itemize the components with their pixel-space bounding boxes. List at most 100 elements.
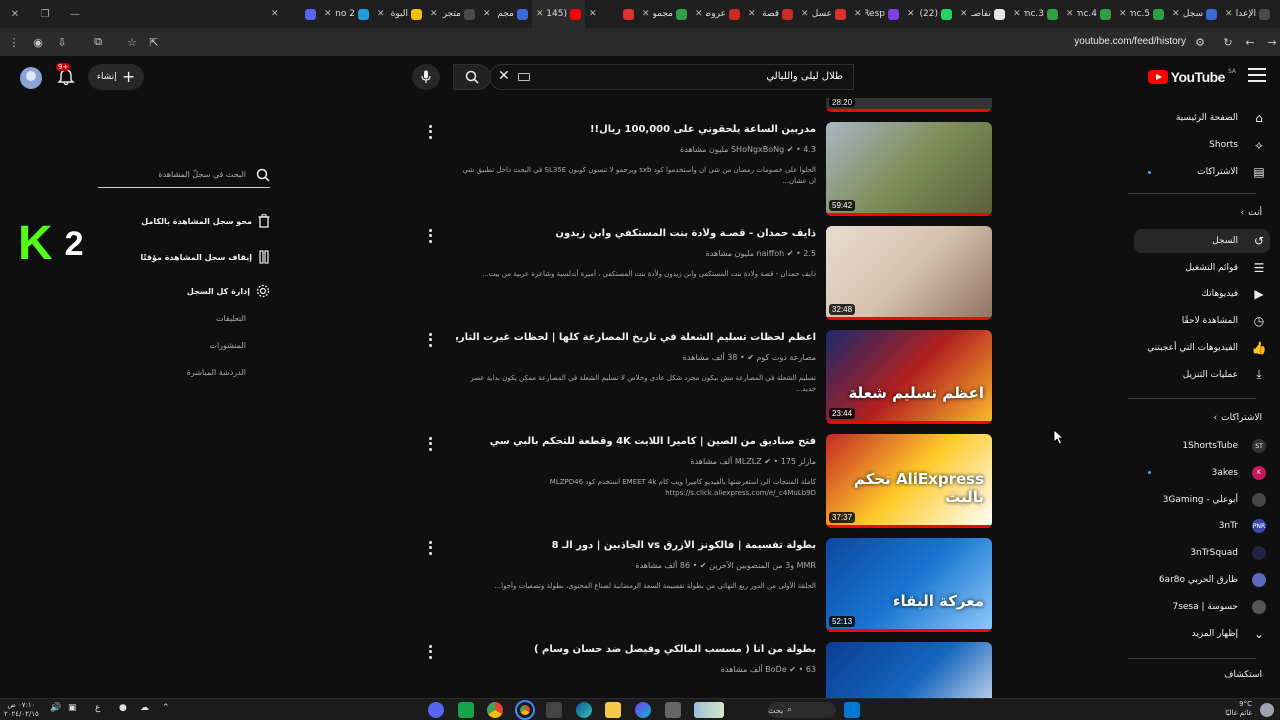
chrome-icon[interactable]: [515, 700, 535, 720]
video-thumbnail[interactable]: AliExpress تحكم بالبث 37:37: [826, 434, 992, 528]
guide-item-your-videos[interactable]: ▶ فيديوهاتك: [1134, 282, 1270, 306]
tab-close-icon[interactable]: ✕: [589, 9, 597, 19]
tab-close-icon[interactable]: ✕: [483, 9, 491, 19]
close-window-icon[interactable]: ✕: [0, 0, 30, 28]
video-actions-menu-icon[interactable]: [426, 644, 434, 660]
browser-tab[interactable]: الإعدا ✕: [1221, 0, 1274, 28]
tab-close-icon[interactable]: ✕: [430, 9, 438, 19]
subscription-channel[interactable]: حسوسة | 7sesa: [1134, 595, 1270, 619]
copilot-icon[interactable]: [635, 702, 651, 718]
guide-item-playlists[interactable]: ☰ قوائم التشغيل: [1134, 256, 1270, 280]
browser-tab[interactable]: Resp ✕: [850, 0, 903, 28]
video-actions-menu-icon[interactable]: [426, 124, 434, 140]
video-thumbnail[interactable]: 59:42: [826, 122, 992, 216]
tab-close-icon[interactable]: ✕: [1013, 9, 1021, 19]
guide-item-home[interactable]: ⌂ الصفحة الرئيسية: [1134, 106, 1270, 130]
display-icon[interactable]: ▣: [68, 703, 77, 713]
tab-close-icon[interactable]: ✕: [854, 9, 862, 19]
kebab-menu-icon[interactable]: ⋮: [6, 34, 22, 50]
video-card[interactable]: 59:42 مدربين الساعة يلحقوني على 100,000 ر…: [420, 122, 992, 216]
weather-widget[interactable]: 9°C غائم غالبًا: [1225, 700, 1252, 718]
browser-tab[interactable]: متجر ✕: [426, 0, 479, 28]
video-thumbnail[interactable]: معركة البقاء 52:13: [826, 538, 992, 632]
channel-name[interactable]: BoDe: [765, 665, 786, 674]
top-partial-video[interactable]: 28:20: [826, 98, 992, 112]
browser-tab[interactable]: 3.mc ✕: [1009, 0, 1062, 28]
browser-tab[interactable]: 4.mc ✕: [1062, 0, 1115, 28]
tab-close-icon[interactable]: ✕: [695, 9, 703, 19]
subscription-channel[interactable]: طارق الحربي 6ar8o: [1134, 568, 1270, 592]
video-card[interactable]: معركة البقاء 52:13 بطولة تفسيمة | فالكونز …: [420, 538, 992, 632]
pause-history-button[interactable]: إيقاف سجل المشاهدة مؤقتًا: [140, 250, 270, 264]
browser-tab[interactable]: مجم ✕: [479, 0, 532, 28]
tab-close-icon[interactable]: ✕: [960, 9, 968, 19]
video-title[interactable]: فتح صناديق من الصين | كاميرا اللايت 4K و…: [456, 436, 816, 447]
file-explorer-icon[interactable]: [605, 702, 621, 718]
browser-tab[interactable]: ✕: [585, 0, 638, 28]
browser-tab[interactable]: سجل ✕: [1168, 0, 1221, 28]
video-thumbnail[interactable]: 32:48: [826, 226, 992, 320]
browser-tab[interactable]: عسل ✕: [797, 0, 850, 28]
search-input[interactable]: طلال ليلى والليالي ✕: [489, 64, 854, 90]
tab-close-icon[interactable]: ✕: [1172, 9, 1180, 19]
site-settings-icon[interactable]: ⚙: [1192, 34, 1208, 50]
channel-name[interactable]: مصارعة دوت كوم: [756, 353, 816, 362]
history-search-input[interactable]: البحث في سجلّ المشاهدة: [98, 162, 270, 188]
browser-tab[interactable]: 5.mc ✕: [1115, 0, 1168, 28]
tab-close-icon[interactable]: ✕: [1225, 9, 1233, 19]
channel-name[interactable]: naiffoh: [757, 249, 785, 258]
live-chat-link[interactable]: الدردشة المباشرة: [187, 368, 246, 377]
subscription-channel[interactable]: ST 1ShortsTube: [1134, 434, 1270, 458]
edge-icon[interactable]: [576, 702, 592, 718]
subscription-channel[interactable]: PNR 3nTr: [1134, 514, 1270, 538]
browser-tab[interactable]: (145)✕: [532, 0, 585, 28]
video-actions-menu-icon[interactable]: [426, 540, 434, 556]
taskbar-search[interactable]: ⌕ بحث: [768, 702, 836, 718]
video-card[interactable]: 32:48 ذايف حمدان - قصـة ولأدة بنت المستكف…: [420, 226, 992, 320]
youtube-logo[interactable]: YouTube SA: [1147, 68, 1236, 85]
app-window-icon[interactable]: [665, 702, 681, 718]
guide-item-download[interactable]: ⤓ عمليات التنزيل: [1134, 363, 1270, 387]
video-title[interactable]: ذايف حمدان - قصـة ولأدة بنت المستكفي واب…: [456, 228, 816, 239]
url-text[interactable]: youtube.com/feed/history: [1074, 36, 1186, 47]
video-actions-menu-icon[interactable]: [426, 332, 434, 348]
tab-close-icon[interactable]: ✕: [1119, 9, 1127, 19]
browser-tab[interactable]: عروض ✕: [691, 0, 744, 28]
widgets-icon[interactable]: [694, 702, 724, 718]
subscription-channel[interactable]: أبوعلي - 3Gaming: [1134, 488, 1270, 512]
channel-name[interactable]: MMR و3 من المنصوبين الآخرين: [709, 561, 816, 570]
browser-tab[interactable]: تفاصـ ✕: [956, 0, 1009, 28]
restore-window-icon[interactable]: ❐: [30, 0, 60, 28]
clear-search-icon[interactable]: ✕: [498, 68, 510, 84]
voice-search-button[interactable]: [412, 64, 440, 90]
keyboard-icon[interactable]: [518, 73, 530, 81]
discord-icon[interactable]: [428, 702, 444, 718]
browser-tab[interactable]: (22) ✕: [903, 0, 956, 28]
video-card[interactable]: اعظم تسليم شعلة 23:44 اعظم لحظات تسليم الش…: [420, 330, 992, 424]
tab-close-icon[interactable]: ✕: [907, 9, 915, 19]
browser-tab[interactable]: 2 no ✕: [320, 0, 373, 28]
video-title[interactable]: بطولة من أنا ( مسسب المالكي وفيصل ضد حسا…: [456, 644, 816, 655]
xbox-app-icon[interactable]: [458, 702, 474, 718]
reload-icon[interactable]: ↻: [1220, 34, 1236, 50]
minimize-window-icon[interactable]: —: [60, 0, 90, 28]
clear-history-button[interactable]: محو سجل المشاهدة بالكامل: [141, 214, 270, 228]
comments-link[interactable]: التعليقات: [216, 314, 246, 323]
account-avatar[interactable]: [20, 67, 42, 89]
show-more-button[interactable]: ⌄ إظهار المزيد: [1134, 622, 1270, 646]
windows-start-icon[interactable]: [844, 702, 860, 718]
notifications-button[interactable]: 9+: [56, 63, 78, 87]
tab-close-icon[interactable]: ✕: [801, 9, 809, 19]
tab-close-icon[interactable]: ✕: [748, 9, 756, 19]
onedrive-icon[interactable]: ☁: [140, 703, 149, 713]
chrome-alt-icon[interactable]: [487, 702, 503, 718]
video-actions-menu-icon[interactable]: [426, 228, 434, 244]
search-button[interactable]: [453, 64, 491, 90]
browser-tab[interactable]: مجمو ✕: [638, 0, 691, 28]
subscription-channel[interactable]: 3nTrSquad: [1134, 541, 1270, 565]
guide-item-like[interactable]: 👍 الفيديوهات التي أعجبتني: [1134, 336, 1270, 360]
posts-link[interactable]: المنشورات: [209, 341, 246, 350]
downloads-icon[interactable]: ⇩: [54, 34, 70, 50]
taskbar-clock[interactable]: ٠٧:١٠ ص ٢٠٢٤/٠٢/١٥: [4, 701, 39, 719]
microphone-tray-icon[interactable]: ●: [119, 703, 127, 713]
